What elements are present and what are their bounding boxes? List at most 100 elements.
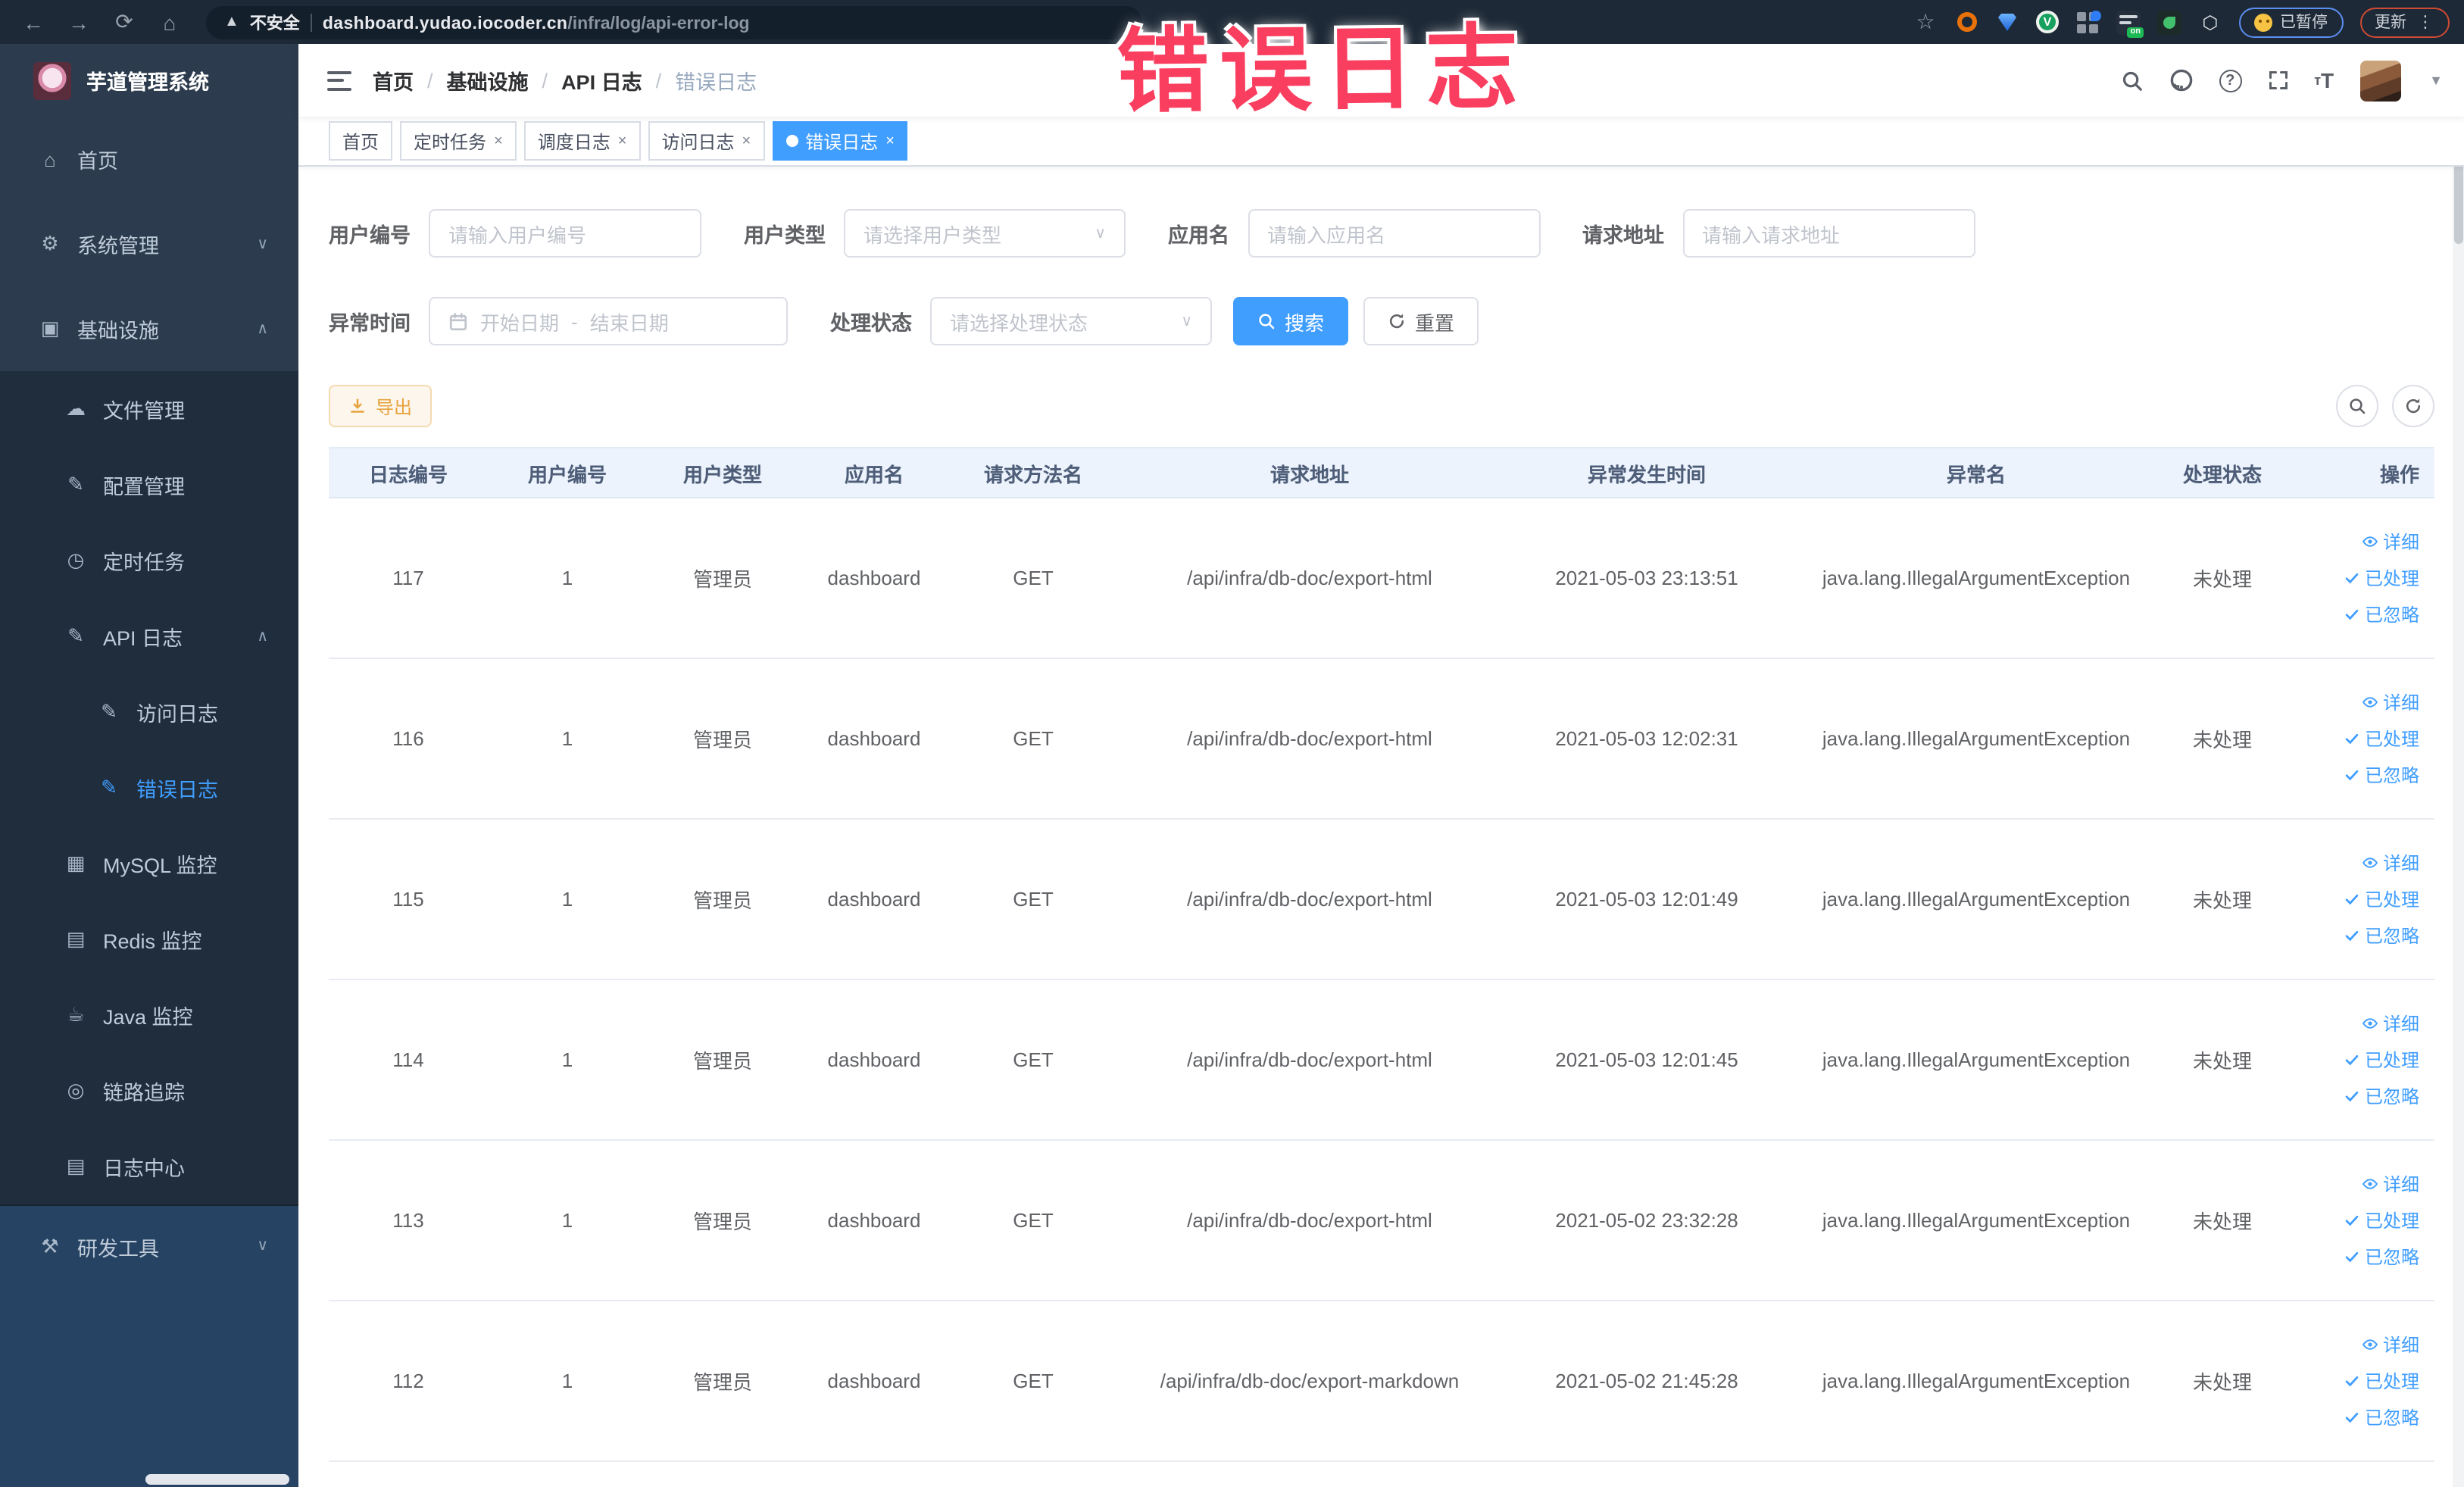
cell-method: GET xyxy=(1013,888,1054,911)
search-icon[interactable] xyxy=(2120,69,2143,92)
tab-错误日志[interactable]: 错误日志 × xyxy=(772,121,908,161)
check-icon xyxy=(2344,1051,2360,1068)
close-icon[interactable]: × xyxy=(742,133,751,149)
help-icon[interactable]: ? xyxy=(2219,69,2242,92)
reload-icon[interactable]: ⟳ xyxy=(106,5,142,39)
close-icon[interactable]: × xyxy=(885,133,895,149)
tab-定时任务[interactable]: 定时任务 × xyxy=(400,121,517,161)
update-button[interactable]: 更新 ⋮ xyxy=(2359,7,2449,37)
action-已处理[interactable]: 已处理 xyxy=(2344,726,2419,751)
toggle-search-button[interactable] xyxy=(2335,385,2378,427)
check-icon xyxy=(2344,1088,2360,1104)
browser-menu-icon[interactable]: ⋮ xyxy=(2417,12,2434,32)
sidebar-item-研发工具[interactable]: ⚒ 研发工具 ∨ xyxy=(0,1204,298,1286)
browser-actions: ☆ V on ⬡ 已暂停 更新 ⋮ xyxy=(1913,7,2449,37)
check-icon xyxy=(2344,1409,2360,1426)
action-已处理[interactable]: 已处理 xyxy=(2344,565,2419,591)
action-已处理[interactable]: 已处理 xyxy=(2344,886,2419,912)
user-id-input[interactable]: 请输入用户编号 xyxy=(429,209,701,258)
extensions-puzzle-icon[interactable]: ⬡ xyxy=(2198,10,2222,34)
hamburger-icon[interactable] xyxy=(327,70,351,90)
action-已忽略[interactable]: 已忽略 xyxy=(2344,762,2419,788)
request-url-input[interactable]: 请输入请求地址 xyxy=(1682,209,1975,258)
github-icon[interactable] xyxy=(2169,68,2193,92)
breadcrumb-item-API 日志[interactable]: API 日志 xyxy=(561,65,642,95)
avatar-caret-icon[interactable]: ▼ xyxy=(2429,73,2443,88)
profile-paused-pill[interactable]: 已暂停 xyxy=(2239,7,2343,37)
extension-grid-icon[interactable] xyxy=(2075,10,2101,34)
sidebar-item-链路追踪[interactable]: ◎ 链路追踪 xyxy=(0,1053,298,1129)
extension-on-icon[interactable]: on xyxy=(2116,10,2144,37)
action-详细[interactable]: 详细 xyxy=(2362,529,2419,555)
app-name-input[interactable]: 请输入应用名 xyxy=(1248,209,1540,258)
bookmark-star-icon[interactable]: ☆ xyxy=(1913,9,1938,34)
action-详细[interactable]: 详细 xyxy=(2362,850,2419,876)
close-icon[interactable]: × xyxy=(618,133,627,149)
sidebar-item-Java 监控[interactable]: ☕ Java 监控 xyxy=(0,977,298,1053)
chevron-up-icon: ∧ xyxy=(257,320,268,337)
address-bar[interactable]: ▲ 不安全 dashboard.yudao.iocoder.cn/infra/l… xyxy=(206,5,1142,39)
action-已处理[interactable]: 已处理 xyxy=(2344,1047,2419,1073)
action-详细[interactable]: 详细 xyxy=(2362,1011,2419,1036)
cell-actions: 详细已处理已忽略 xyxy=(2283,1011,2419,1109)
tab-首页[interactable]: 首页 xyxy=(329,121,393,161)
extension-leaf-icon[interactable] xyxy=(2157,10,2181,34)
cell-status: 未处理 xyxy=(2192,729,2252,751)
action-已忽略[interactable]: 已忽略 xyxy=(2344,1244,2419,1270)
breadcrumb-item-基础设施[interactable]: 基础设施 xyxy=(447,65,529,95)
process-status-select[interactable]: 请选择处理状态 ∨ xyxy=(930,297,1212,345)
font-size-icon[interactable]: тT xyxy=(2314,68,2334,92)
action-详细[interactable]: 详细 xyxy=(2362,1171,2419,1197)
back-icon[interactable]: ← xyxy=(15,5,52,39)
action-详细[interactable]: 详细 xyxy=(2362,1332,2419,1357)
fullscreen-icon[interactable] xyxy=(2267,70,2288,91)
sidebar-item-首页[interactable]: ⌂ 首页 xyxy=(0,117,298,201)
exception-time-range-picker[interactable]: 开始日期 - 结束日期 xyxy=(429,297,788,345)
forward-icon[interactable]: → xyxy=(61,5,97,39)
sidebar-item-配置管理[interactable]: ✎ 配置管理 xyxy=(0,447,298,523)
app-logo-row[interactable]: 芋道管理系统 xyxy=(0,44,298,117)
eye-icon xyxy=(2362,533,2378,550)
extension-orange-icon[interactable] xyxy=(1954,10,1978,34)
action-已忽略[interactable]: 已忽略 xyxy=(2344,1404,2419,1430)
sidebar-item-基础设施[interactable]: ▣ 基础设施 ∧ xyxy=(0,286,298,371)
tab-访问日志[interactable]: 访问日志 × xyxy=(648,121,765,161)
sidebar-item-API 日志[interactable]: ✎ API 日志 ∧ xyxy=(0,598,298,674)
user-type-select[interactable]: 请选择用户类型 ∨ xyxy=(844,209,1126,258)
action-已忽略[interactable]: 已忽略 xyxy=(2344,601,2419,627)
sidebar-item-定时任务[interactable]: ◷ 定时任务 xyxy=(0,523,298,598)
extension-shield-icon[interactable] xyxy=(1995,10,2019,34)
page-scrollbar[interactable] xyxy=(2452,44,2464,1487)
sidebar-item-Redis 监控[interactable]: ▤ Redis 监控 xyxy=(0,901,298,977)
tab-label: 定时任务 xyxy=(414,131,487,152)
cell-user_type: 管理员 xyxy=(692,568,752,591)
reset-button[interactable]: 重置 xyxy=(1363,297,1479,345)
tab-调度日志[interactable]: 调度日志 × xyxy=(523,121,641,161)
action-已忽略[interactable]: 已忽略 xyxy=(2344,1083,2419,1109)
home-icon[interactable]: ⌂ xyxy=(151,5,188,39)
user-avatar[interactable] xyxy=(2359,60,2401,101)
sidebar-item-系统管理[interactable]: ⚙ 系统管理 ∨ xyxy=(0,201,298,286)
action-已忽略[interactable]: 已忽略 xyxy=(2344,923,2419,948)
sidebar-scrollbar[interactable] xyxy=(145,1473,289,1484)
cell-url: /api/infra/db-doc/export-html xyxy=(1187,888,1432,911)
extension-green-icon[interactable]: V xyxy=(2036,11,2059,33)
check-icon xyxy=(2344,891,2360,908)
sidebar-item-日志中心[interactable]: ▤ 日志中心 xyxy=(0,1129,298,1204)
action-已处理[interactable]: 已处理 xyxy=(2344,1368,2419,1394)
refresh-table-button[interactable] xyxy=(2391,385,2434,427)
breadcrumb-item-错误日志: 错误日志 xyxy=(675,71,757,94)
sidebar-item-错误日志[interactable]: ✎ 错误日志 xyxy=(0,750,298,826)
breadcrumb-item-首页[interactable]: 首页 xyxy=(373,65,414,95)
close-icon[interactable]: × xyxy=(494,133,503,149)
sidebar-item-label: 访问日志 xyxy=(136,703,218,726)
action-已处理[interactable]: 已处理 xyxy=(2344,1207,2419,1233)
export-button[interactable]: 导出 xyxy=(329,385,433,427)
tags-view: 首页 定时任务 × 调度日志 × 访问日志 × 错误日志 × xyxy=(298,117,2464,167)
action-详细[interactable]: 详细 xyxy=(2362,689,2419,715)
search-button[interactable]: 搜索 xyxy=(1233,297,1349,345)
sidebar-item-MySQL 监控[interactable]: ▦ MySQL 监控 xyxy=(0,826,298,901)
process-status-label: 处理状态 xyxy=(830,312,912,335)
sidebar-item-访问日志[interactable]: ✎ 访问日志 xyxy=(0,674,298,750)
sidebar-item-文件管理[interactable]: ☁ 文件管理 xyxy=(0,371,298,447)
